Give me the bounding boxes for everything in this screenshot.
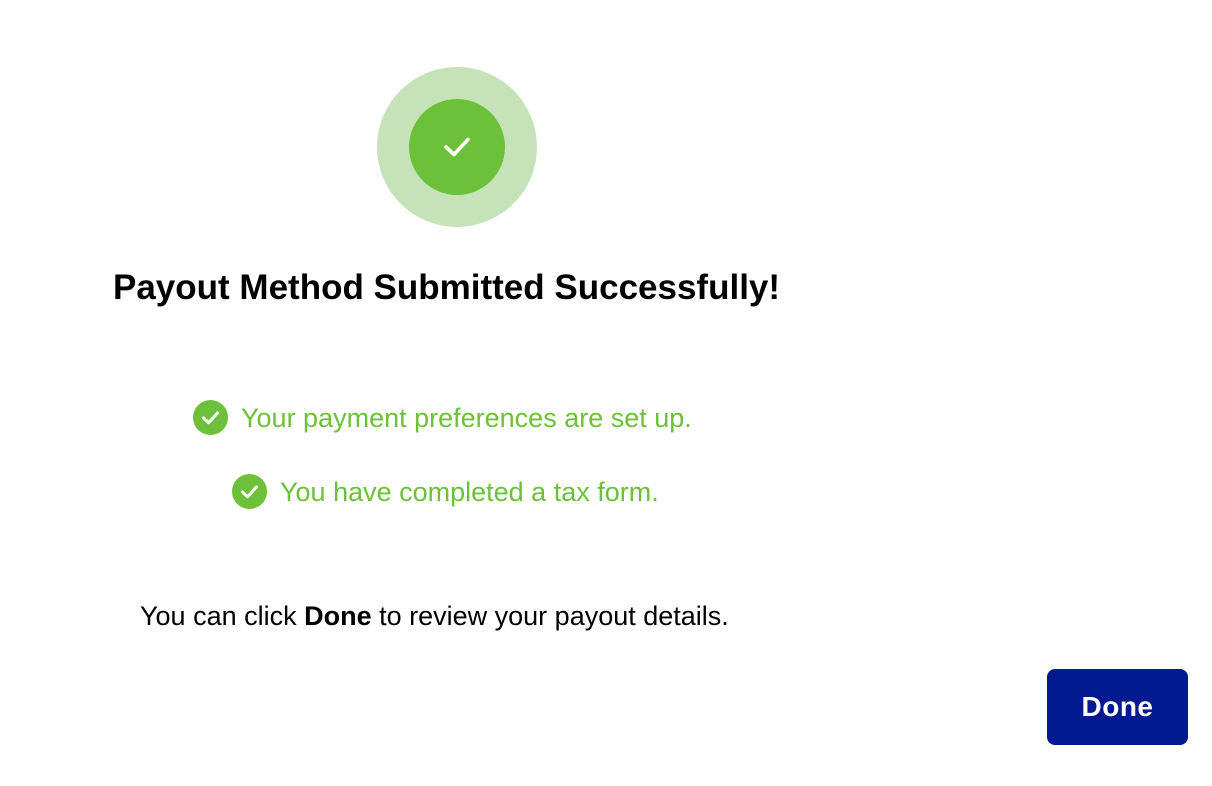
instruction-text: You can click Done to review your payout… <box>140 598 729 634</box>
check-icon <box>444 137 470 157</box>
success-badge <box>377 67 537 227</box>
page-title: Payout Method Submitted Successfully! <box>113 268 781 307</box>
check-circle-icon <box>232 474 267 509</box>
check-circle-icon <box>193 400 228 435</box>
instruction-emphasis: Done <box>304 601 372 631</box>
checklist-item-label: You have completed a tax form. <box>280 476 659 507</box>
payout-success-page: Payout Method Submitted Successfully! Yo… <box>0 0 1212 786</box>
checklist-item-tax-form: You have completed a tax form. <box>232 474 659 509</box>
success-badge-inner <box>409 99 505 195</box>
checklist-item-payment-preferences: Your payment preferences are set up. <box>193 400 692 435</box>
instruction-suffix: to review your payout details. <box>371 601 729 631</box>
instruction-prefix: You can click <box>140 601 305 631</box>
done-button[interactable]: Done <box>1047 669 1188 745</box>
checklist-item-label: Your payment preferences are set up. <box>241 402 692 433</box>
